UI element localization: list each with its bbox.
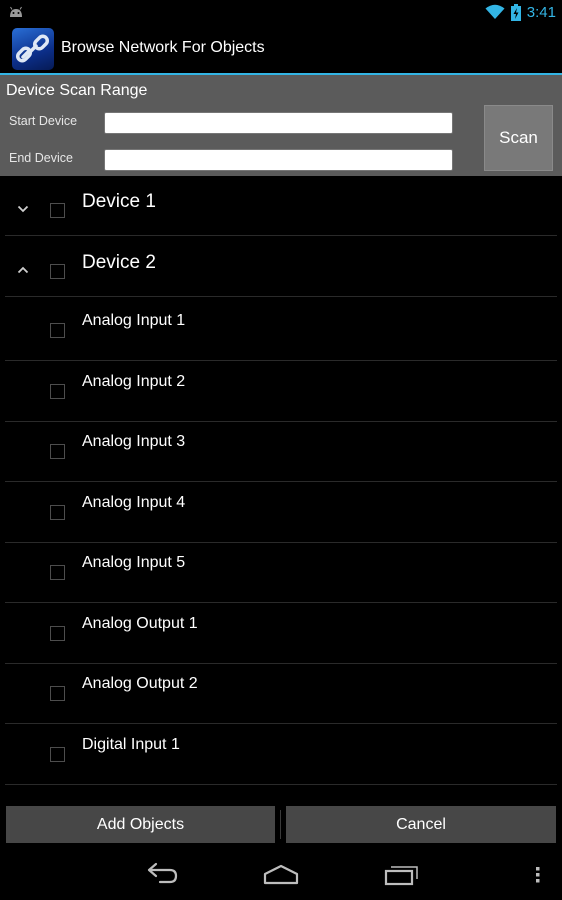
- object-checkbox[interactable]: [50, 626, 65, 641]
- object-checkbox[interactable]: [50, 323, 65, 338]
- start-device-input[interactable]: [104, 112, 453, 134]
- object-checkbox[interactable]: [50, 686, 65, 701]
- object-row[interactable]: Analog Input 2: [0, 362, 562, 422]
- chevron-down-icon[interactable]: [16, 202, 30, 216]
- device-label: Device 2: [82, 252, 156, 273]
- object-row[interactable]: Analog Input 5: [0, 543, 562, 603]
- object-checkbox[interactable]: [50, 505, 65, 520]
- object-row[interactable]: Digital Input 1: [0, 725, 562, 785]
- action-bar: Browse Network For Objects: [0, 24, 562, 74]
- recent-apps-icon[interactable]: [384, 862, 420, 886]
- wifi-icon: [485, 4, 505, 19]
- end-device-input[interactable]: [104, 149, 453, 171]
- object-checkbox[interactable]: [50, 565, 65, 580]
- object-label: Analog Input 2: [82, 373, 186, 390]
- row-divider: [5, 784, 557, 785]
- navigation-bar: [0, 850, 562, 900]
- device-group-row[interactable]: Device 2: [0, 237, 562, 297]
- scan-range-heading: Device Scan Range: [6, 82, 148, 99]
- device-checkbox[interactable]: [50, 203, 65, 218]
- object-checkbox[interactable]: [50, 747, 65, 762]
- device-group-row[interactable]: Device 1: [0, 176, 562, 236]
- row-divider: [5, 481, 557, 482]
- object-row[interactable]: Analog Input 1: [0, 301, 562, 361]
- object-label: Analog Input 1: [82, 312, 186, 329]
- row-divider: [5, 296, 557, 297]
- object-row[interactable]: Analog Input 4: [0, 483, 562, 543]
- row-divider: [5, 360, 557, 361]
- android-icon: [10, 6, 22, 17]
- app-chain-link-icon[interactable]: [12, 28, 54, 70]
- object-label: Analog Input 5: [82, 554, 186, 571]
- menu-overflow-icon[interactable]: [534, 862, 542, 886]
- object-label: Analog Input 4: [82, 494, 186, 511]
- object-label: Analog Input 3: [82, 433, 186, 450]
- object-row[interactable]: Analog Output 1: [0, 604, 562, 664]
- home-icon[interactable]: [263, 862, 299, 886]
- back-icon[interactable]: [146, 862, 178, 886]
- object-row[interactable]: Analog Input 3: [0, 422, 562, 482]
- end-device-label: End Device: [9, 151, 73, 165]
- chevron-up-icon[interactable]: [16, 263, 30, 277]
- device-checkbox[interactable]: [50, 264, 65, 279]
- row-divider: [5, 235, 557, 236]
- status-time: 3:41: [526, 3, 556, 21]
- status-bar: 3:41: [0, 0, 562, 24]
- battery-charging-icon: [510, 3, 521, 21]
- cancel-button[interactable]: Cancel: [286, 806, 556, 843]
- page-title: Browse Network For Objects: [61, 39, 265, 56]
- row-divider: [5, 602, 557, 603]
- object-checkbox[interactable]: [50, 384, 65, 399]
- button-divider: [280, 810, 281, 839]
- object-checkbox[interactable]: [50, 444, 65, 459]
- device-object-list: Device 1 Device 2 Analog Input 1 Analog …: [0, 176, 562, 786]
- row-divider: [5, 723, 557, 724]
- device-label: Device 1: [82, 191, 156, 212]
- object-row[interactable]: Analog Output 2: [0, 664, 562, 724]
- start-device-label: Start Device: [9, 114, 78, 128]
- object-label: Digital Input 1: [82, 736, 180, 753]
- add-objects-button[interactable]: Add Objects: [6, 806, 275, 843]
- scan-button[interactable]: Scan: [484, 105, 553, 171]
- object-label: Analog Output 2: [82, 675, 198, 692]
- object-label: Analog Output 1: [82, 615, 198, 632]
